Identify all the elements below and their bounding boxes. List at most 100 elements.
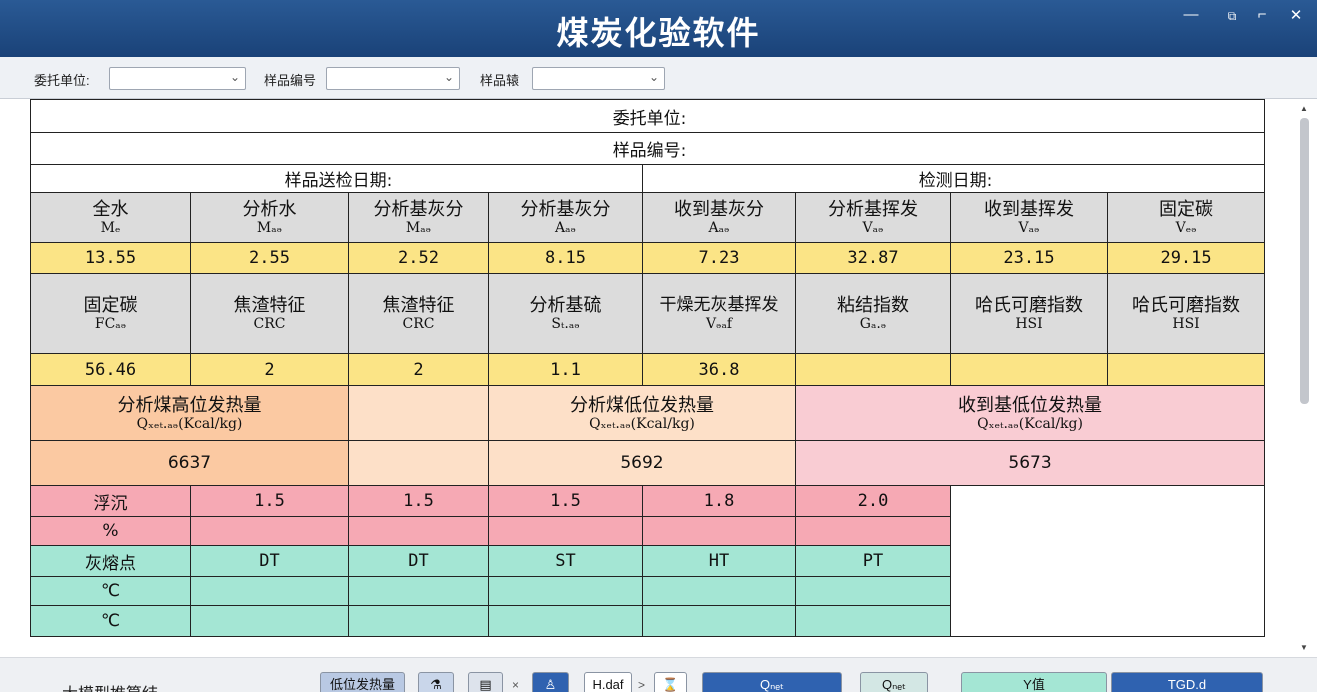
q-net-button[interactable]: Qₙₑₜ (702, 672, 842, 692)
scroll-down-icon[interactable]: ▼ (1297, 643, 1311, 652)
blank-area (949, 485, 1266, 637)
value-cell[interactable]: 56.46 (30, 353, 191, 386)
value-cell[interactable]: 2 (190, 353, 349, 386)
ash-temp-cell[interactable] (795, 576, 951, 606)
metric-name: 哈氏可磨指数 (1132, 295, 1241, 316)
metric-symbol: Aₐₔ (708, 220, 730, 236)
float-value[interactable]: 1.5 (190, 485, 349, 517)
value-cell[interactable]: 7.23 (642, 242, 796, 274)
sample-kind-select[interactable]: ⌄ (532, 67, 665, 90)
header-cell: 干燥无灰基挥发 Vₔₐf (642, 273, 796, 354)
chevron-down-icon: ⌄ (229, 70, 240, 84)
float-pct-cell[interactable] (642, 516, 796, 546)
value-cell[interactable]: 2.52 (348, 242, 489, 274)
q-net-alt-button[interactable]: Qₙₑₜ (860, 672, 928, 692)
ash-temp-cell[interactable] (488, 576, 643, 606)
value-cell[interactable]: 2.55 (190, 242, 349, 274)
net-heat-ar-header: 收到基低位发热量 Qₓₑₜ.ₐₔ(Kcal/kg) (794, 385, 1266, 441)
float-value[interactable]: 1.5 (348, 485, 489, 517)
float-pct-cell[interactable] (190, 516, 349, 546)
minimize-icon[interactable]: — (1178, 6, 1204, 23)
metric-symbol: Sₜ.ₐₔ (551, 316, 580, 332)
h-daf-button[interactable]: H.daf (584, 672, 632, 692)
row2-values: 56.46 2 2 1.1 36.8 (30, 353, 1266, 386)
header-cell: 粘结指数 Gₐ.ₔ (795, 273, 951, 354)
net-heat-ar-value[interactable]: 5673 (794, 440, 1266, 486)
value-cell[interactable]: 23.15 (950, 242, 1108, 274)
ash-temp-cell[interactable] (348, 605, 489, 637)
ash-point: ST (488, 545, 643, 577)
header-cell: 哈氏可磨指数 HSI (950, 273, 1108, 354)
metric-name: 分析煤低位发热量 (570, 394, 714, 416)
metric-symbol: Mₐₔ (256, 220, 283, 236)
restore-icon[interactable]: ⧉ (1219, 9, 1245, 24)
header-cell: 收到基灰分 Aₐₔ (642, 192, 796, 243)
metric-symbol: CRC (253, 316, 286, 332)
header-cell: 分析基挥发 Vₐₔ (795, 192, 951, 243)
metric-name: 焦渣特征 (233, 295, 306, 316)
value-cell[interactable]: 2 (348, 353, 489, 386)
header-cell: 分析基灰分 Aₐₔ (488, 192, 643, 243)
header-cell: 分析水 Mₐₔ (190, 192, 349, 243)
ash-temp-cell[interactable] (488, 605, 643, 637)
value-cell[interactable] (1106, 353, 1266, 386)
float-value[interactable]: 1.5 (488, 485, 643, 517)
hourglass-icon[interactable]: ⌛ (654, 672, 687, 692)
float-pct-cell[interactable] (348, 516, 489, 546)
ash-temp-cell[interactable] (348, 576, 489, 606)
metric-symbol: Vₐₔ (1018, 220, 1040, 236)
scroll-up-icon[interactable]: ▲ (1297, 104, 1311, 113)
float-pct-cell[interactable] (488, 516, 643, 546)
flask-icon[interactable]: ⚗ (418, 672, 454, 692)
metric-name: 固定碳 (1159, 199, 1214, 220)
value-cell[interactable] (795, 353, 951, 386)
document-icon[interactable]: ▤ (468, 672, 503, 692)
ash-temp-cell[interactable] (795, 605, 951, 637)
client-select[interactable]: ⌄ (109, 67, 246, 90)
gross-heat-value[interactable]: 6637 (30, 440, 349, 486)
client-row-label: 委托单位: (29, 99, 1266, 133)
value-cell[interactable]: 8.15 (488, 242, 643, 274)
close-icon[interactable]: ✕ (1283, 6, 1309, 24)
maximize-icon[interactable]: ⌐ (1249, 6, 1275, 23)
heat-header-row: 分析煤高位发热量 Qₓₑₜ.ₐₔ(Kcal/kg) 分析煤低位发热量 Qₓₑₜ.ₐₔ… (30, 385, 1266, 441)
value-cell[interactable]: 36.8 (642, 353, 796, 386)
gross-heat-header: 分析煤高位发热量 Qₓₑₜ.ₐₔ(Kcal/kg) (30, 385, 349, 441)
header-cell: 分析基灰分 Mₐₔ (348, 192, 489, 243)
metric-symbol: Qₓₑₜ.ₐₔ(Kcal/kg) (589, 415, 695, 432)
vertical-scrollbar[interactable]: ▲ ▼ (1297, 104, 1311, 652)
metric-name: 焦渣特征 (382, 295, 455, 316)
heat-value-row: 6637 5692 5673 (30, 440, 1266, 486)
metric-symbol: Qₓₑₜ.ₐₔ(Kcal/kg) (977, 415, 1083, 432)
chevron-down-icon: ⌄ (443, 70, 454, 84)
value-cell[interactable]: 13.55 (30, 242, 191, 274)
value-cell[interactable] (950, 353, 1108, 386)
ash-temp-cell[interactable] (190, 576, 349, 606)
client-filter-label: 委托单位: (34, 73, 90, 88)
scrollbar-thumb[interactable] (1300, 118, 1309, 404)
float-pct-cell[interactable] (795, 516, 951, 546)
row2-header: 固定碳 FCₐₔ 焦渣特征 CRC 焦渣特征 CRC 分析基硫 Sₜ.ₐₔ 干燥无灰基挥… (30, 273, 1266, 354)
y-value-button[interactable]: Y值 (961, 672, 1107, 692)
metric-name: 分析基灰分 (373, 199, 464, 220)
ash-label: 灰熔点 (30, 545, 191, 577)
metric-symbol: Gₐ.ₔ (859, 316, 887, 332)
ash-temp-cell[interactable] (642, 576, 796, 606)
ash-temp-cell[interactable] (642, 605, 796, 637)
value-cell[interactable]: 29.15 (1106, 242, 1266, 274)
metric-name: 分析煤高位发热量 (117, 394, 262, 416)
sample-no-row-label: 样品编号: (29, 132, 1266, 165)
net-heat-button[interactable]: 低位发热量 (320, 672, 405, 692)
sample-no-select[interactable]: ⌄ (326, 67, 460, 90)
net-heat-ad-value[interactable]: 5692 (488, 440, 796, 486)
empty-cell (348, 440, 489, 486)
float-value[interactable]: 1.8 (642, 485, 796, 517)
metric-symbol: FCₐₔ (94, 316, 127, 332)
float-value[interactable]: 2.0 (795, 485, 951, 517)
user-icon[interactable]: ♙ (532, 672, 569, 692)
metric-name: 收到基低位发热量 (958, 394, 1103, 416)
tgd-button[interactable]: TGD.d (1111, 672, 1263, 692)
value-cell[interactable]: 1.1 (488, 353, 643, 386)
ash-temp-cell[interactable] (190, 605, 349, 637)
value-cell[interactable]: 32.87 (795, 242, 951, 274)
